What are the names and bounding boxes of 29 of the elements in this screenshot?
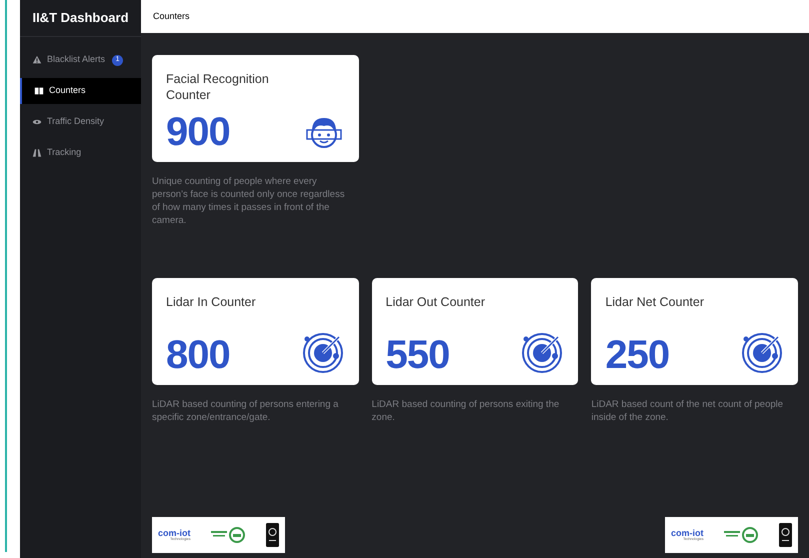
badge-logo-icon (779, 523, 792, 547)
counter-value: 550 (386, 335, 450, 375)
brand-logo: com-iot (671, 528, 704, 538)
sidebar-item[interactable]: Counters (20, 78, 141, 104)
warning-icon (32, 55, 42, 65)
radar-icon (740, 331, 784, 375)
counter-value: 250 (605, 335, 670, 375)
sidebar-item[interactable]: Tracking (20, 140, 141, 166)
counter-value: 800 (166, 335, 230, 375)
page-title: Counters (153, 10, 190, 23)
card-description: LiDAR based count of the net count of people inside of the zone. (591, 398, 784, 424)
radar-icon (520, 331, 564, 375)
radar-icon (300, 331, 345, 375)
card-title: Lidar Net Counter (605, 294, 705, 310)
card-title: Lidar In Counter (166, 294, 257, 310)
badge-logo-icon (266, 523, 279, 547)
card-description: Unique counting of people where every person’s face is counted only once regardless of how many times it passes in front of the camera. (152, 175, 346, 227)
sidebar-item[interactable]: Traffic Density (20, 109, 141, 135)
brand-logo: com-iot (158, 528, 190, 538)
card-title: Facial Recognition Counter (166, 71, 270, 103)
emblem-icon (211, 527, 246, 543)
road-icon (32, 148, 42, 158)
counter-value: 900 (166, 112, 230, 152)
card-title: Lidar Out Counter (386, 294, 486, 310)
columns-icon (34, 86, 44, 96)
card-description: LiDAR based counting of persons entering a specific zone/entrance/gate. (152, 398, 340, 424)
card-description: LiDAR based counting of persons exiting the zone. (372, 398, 560, 424)
emblem-icon (724, 527, 758, 543)
eye-icon (32, 117, 42, 127)
